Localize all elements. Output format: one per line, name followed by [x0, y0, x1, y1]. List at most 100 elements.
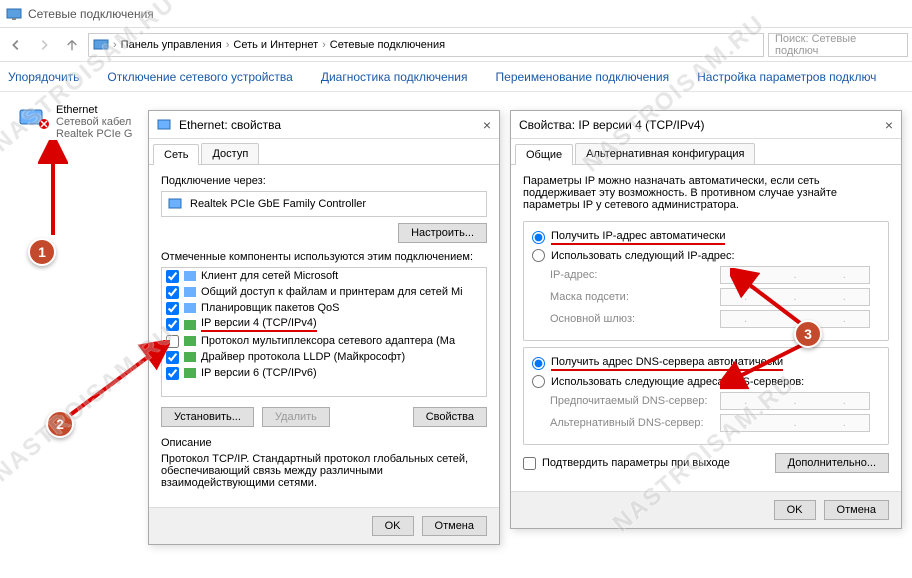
arrow-2 [60, 340, 170, 420]
dns1-input[interactable]: ... [720, 392, 870, 410]
toolbar-diagnose[interactable]: Диагностика подключения [321, 70, 468, 84]
component-checkbox[interactable] [166, 318, 179, 331]
search-input[interactable]: Поиск: Сетевые подключ [768, 33, 908, 57]
confirm-checkbox[interactable] [523, 457, 536, 470]
connect-via-label: Подключение через: [161, 175, 487, 187]
radio-label: Использовать следующий IP-адрес: [551, 250, 735, 262]
properties-button[interactable]: Свойства [413, 407, 487, 427]
dns-group: Получить адрес DNS-сервера автоматически… [523, 347, 889, 445]
ip-group: Получить IP-адрес автоматически Использо… [523, 221, 889, 341]
dialog-titlebar[interactable]: Ethernet: свойства × [149, 111, 499, 139]
toolbar-settings[interactable]: Настройка параметров подключ [697, 70, 876, 84]
adapter-icon [157, 117, 173, 133]
component-icon [183, 366, 197, 380]
breadcrumb-item[interactable]: Сетевые подключения [330, 39, 445, 51]
list-item[interactable]: Планировщик пакетов QoS [162, 300, 486, 316]
up-button[interactable] [60, 33, 84, 57]
breadcrumb-item[interactable]: Панель управления [121, 39, 222, 51]
component-icon [183, 350, 197, 364]
marker-1: 1 [28, 238, 56, 266]
nav-row: › Панель управления › Сеть и Интернет › … [0, 28, 912, 62]
toolbar-organize[interactable]: Упорядочить [8, 70, 79, 84]
ipv4-properties-dialog: Свойства: IP версии 4 (TCP/IPv4) × Общие… [510, 110, 902, 529]
toolbar-rename[interactable]: Переименование подключения [496, 70, 670, 84]
dns2-label: Альтернативный DNS-сервер: [550, 417, 720, 429]
advanced-button[interactable]: Дополнительно... [775, 453, 889, 473]
tab-strip: Сеть Доступ [149, 139, 499, 165]
list-item[interactable]: IP версии 4 (TCP/IPv4) [162, 316, 486, 333]
component-label: IP версии 4 (TCP/IPv4) [201, 317, 317, 332]
component-checkbox[interactable] [166, 286, 179, 299]
back-button[interactable] [4, 33, 28, 57]
radio-label: Получить IP-адрес автоматически [551, 230, 725, 245]
forward-button[interactable] [32, 33, 56, 57]
components-list[interactable]: Клиент для сетей Microsoft Общий доступ … [161, 267, 487, 397]
nic-box: Realtek PCIe GbE Family Controller [161, 191, 487, 217]
component-icon [183, 334, 197, 348]
radio-dns-manual[interactable] [532, 375, 545, 388]
remove-button[interactable]: Удалить [262, 407, 330, 427]
tab-access[interactable]: Доступ [201, 143, 259, 164]
confirm-label: Подтвердить параметры при выходе [542, 457, 730, 469]
arrow-1 [38, 140, 68, 240]
breadcrumb[interactable]: › Панель управления › Сеть и Интернет › … [88, 33, 764, 57]
ok-button[interactable]: OK [774, 500, 816, 520]
component-checkbox[interactable] [166, 302, 179, 315]
component-label: Планировщик пакетов QoS [201, 302, 340, 314]
adapter-item[interactable]: Ethernet Сетевой кабел Realtek PCIe G [18, 104, 138, 140]
chevron-icon: › [113, 39, 117, 51]
list-item[interactable]: IP версии 6 (TCP/IPv6) [162, 365, 486, 381]
tab-network[interactable]: Сеть [153, 144, 199, 165]
close-icon[interactable]: × [885, 117, 893, 133]
gateway-label: Основной шлюз: [550, 313, 720, 325]
component-checkbox[interactable] [166, 270, 179, 283]
component-icon [183, 269, 197, 283]
dialog-title: Свойства: IP версии 4 (TCP/IPv4) [519, 118, 705, 132]
radio-ip-auto[interactable] [532, 231, 545, 244]
configure-button[interactable]: Настроить... [398, 223, 487, 243]
component-label: Протокол мультиплексора сетевого адаптер… [201, 335, 455, 347]
window-titlebar: Сетевые подключения [0, 0, 912, 28]
radio-ip-manual[interactable] [532, 249, 545, 262]
dialog-titlebar[interactable]: Свойства: IP версии 4 (TCP/IPv4) × [511, 111, 901, 139]
cancel-button[interactable]: Отмена [824, 500, 889, 520]
component-icon [183, 285, 197, 299]
ok-button[interactable]: OK [372, 516, 414, 536]
tab-general[interactable]: Общие [515, 144, 573, 165]
marker-3: 3 [794, 320, 822, 348]
list-item[interactable]: Клиент для сетей Microsoft [162, 268, 486, 284]
description-label: Описание [161, 437, 487, 449]
window-title: Сетевые подключения [28, 7, 154, 21]
dialog-title: Ethernet: свойства [179, 118, 281, 132]
network-icon [6, 6, 22, 22]
component-icon [183, 301, 197, 315]
component-icon [183, 318, 197, 332]
tab-strip: Общие Альтернативная конфигурация [511, 139, 901, 165]
mask-label: Маска подсети: [550, 291, 720, 303]
component-label: IP версии 6 (TCP/IPv6) [201, 367, 317, 379]
close-icon[interactable]: × [483, 117, 491, 133]
chevron-icon: › [226, 39, 230, 51]
radio-dns-auto[interactable] [532, 357, 545, 370]
list-item[interactable]: Драйвер протокола LLDP (Майкрософт) [162, 349, 486, 365]
toolbar: Упорядочить Отключение сетевого устройст… [0, 62, 912, 92]
install-button[interactable]: Установить... [161, 407, 254, 427]
list-item[interactable]: Протокол мультиплексора сетевого адаптер… [162, 333, 486, 349]
cancel-button[interactable]: Отмена [422, 516, 487, 536]
ipv4-paragraph: Параметры IP можно назначать автоматичес… [523, 175, 889, 211]
nic-icon [168, 196, 184, 212]
adapter-icon [18, 104, 50, 132]
tab-alternate[interactable]: Альтернативная конфигурация [575, 143, 755, 164]
network-icon [93, 37, 109, 53]
arrow-3b [720, 340, 810, 390]
dns2-input[interactable]: ... [720, 414, 870, 432]
list-item[interactable]: Общий доступ к файлам и принтерам для се… [162, 284, 486, 300]
chevron-icon: › [322, 39, 326, 51]
arrow-3a [730, 268, 810, 328]
component-label: Клиент для сетей Microsoft [201, 270, 338, 282]
ethernet-properties-dialog: Ethernet: свойства × Сеть Доступ Подключ… [148, 110, 500, 545]
component-label: Общий доступ к файлам и принтерам для се… [201, 286, 463, 298]
breadcrumb-item[interactable]: Сеть и Интернет [233, 39, 318, 51]
toolbar-disable[interactable]: Отключение сетевого устройства [107, 70, 292, 84]
ip-label: IP-адрес: [550, 269, 720, 281]
